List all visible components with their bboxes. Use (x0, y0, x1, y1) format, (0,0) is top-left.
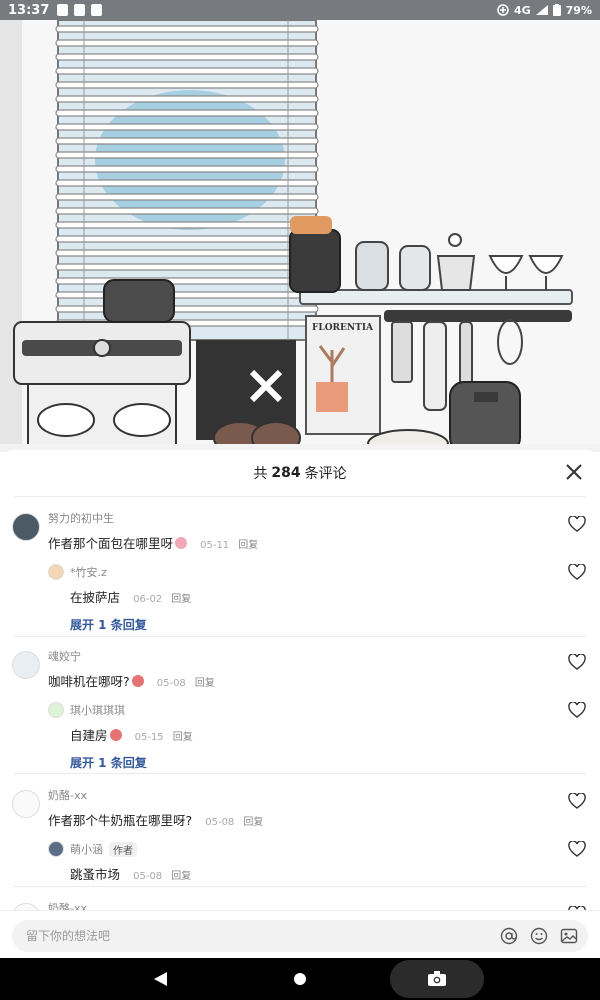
reply-item: 萌小涵 作者 跳蚤市场 05-08 回复 (48, 841, 600, 883)
reply-button[interactable]: 回复 (173, 732, 193, 743)
avatar[interactable] (48, 841, 64, 857)
notification-icon (57, 4, 69, 16)
reply-date: 05-15 (134, 732, 164, 743)
expand-replies-link[interactable]: 展开 1 条回复 (70, 754, 600, 771)
reply-text: 自建房 (70, 728, 108, 743)
comment-input[interactable] (12, 920, 482, 952)
reply-item: 琪小琪琪琪 自建房 05-15 回复 (48, 702, 600, 744)
back-icon[interactable] (154, 972, 168, 986)
comment-item: 奶酪-xx 作者那个牛奶瓶在哪里呀? 05-08 回复 萌小涵 作者 跳蚤市场 … (0, 787, 600, 887)
divider (14, 773, 586, 774)
expand-replies-link[interactable]: 展开 1 条回复 (70, 616, 600, 633)
comments-title-suffix: 条评论 (304, 466, 347, 482)
heart-outline-icon[interactable] (568, 564, 586, 580)
heart-outline-icon[interactable] (568, 516, 586, 532)
avatar[interactable] (12, 651, 40, 679)
comment-text: 咖啡机在哪呀? (48, 674, 130, 689)
network-type: 4G (513, 3, 531, 17)
avatar[interactable] (12, 790, 40, 818)
kitchen-illustration: FLORENTIA (0, 20, 600, 452)
comments-sheet: 共 284 条评论 努力的初中生 作者那个面包在哪里呀 05-11 回复 *竹安… (0, 450, 600, 958)
post-image[interactable]: FLORENTIA (0, 20, 600, 452)
emoji-icon (131, 675, 144, 687)
notification-icon (91, 4, 103, 16)
divider (14, 886, 586, 887)
divider (14, 636, 586, 637)
comment-input-bar (0, 910, 600, 958)
comment-username[interactable]: 魂姣宁 (48, 648, 600, 664)
close-icon[interactable] (564, 462, 584, 482)
at-icon[interactable] (500, 927, 518, 945)
comment-input-container[interactable] (12, 920, 588, 952)
comment-text: 作者那个面包在哪里呀 (48, 536, 174, 551)
heart-outline-icon[interactable] (568, 702, 586, 718)
heart-outline-icon[interactable] (568, 793, 586, 809)
poster-text: FLORENTIA (312, 323, 374, 333)
reply-date: 06-02 (133, 594, 163, 605)
reply-item: *竹安.z 在披萨店 06-02 回复 (48, 564, 600, 606)
reply-button[interactable]: 回复 (195, 678, 215, 689)
comment-item: 魂姣宁 咖啡机在哪呀? 05-08 回复 琪小琪琪琪 自建房 05-15 回复 … (0, 648, 600, 772)
reply-username[interactable]: *竹安.z (70, 564, 600, 580)
avatar[interactable] (48, 702, 64, 718)
comment-date: 05-11 (200, 540, 230, 551)
reply-username[interactable]: 萌小涵 (70, 841, 103, 857)
home-icon[interactable] (293, 972, 307, 986)
comment-username[interactable]: 努力的初中生 (48, 510, 600, 526)
comment-text: 作者那个牛奶瓶在哪里呀? (48, 813, 193, 828)
emoji-icon (109, 729, 122, 741)
reply-date: 05-08 (133, 871, 163, 882)
reply-button[interactable]: 回复 (238, 540, 258, 551)
notification-icon (74, 4, 86, 16)
reply-button[interactable]: 回复 (171, 871, 191, 882)
image-icon[interactable] (560, 927, 578, 945)
comments-header: 共 284 条评论 (0, 450, 600, 496)
reply-username[interactable]: 琪小琪琪琪 (70, 702, 600, 718)
battery-level: 79% (565, 3, 592, 17)
author-badge: 作者 (109, 841, 137, 857)
comment-date: 05-08 (205, 817, 235, 828)
emoji-icon[interactable] (530, 927, 548, 945)
reply-text: 在披萨店 (70, 590, 121, 605)
reply-text: 跳蚤市场 (70, 867, 121, 882)
heart-outline-icon[interactable] (568, 654, 586, 670)
status-bar: 13:37 4G 79% (0, 0, 600, 20)
data-saver-icon (497, 4, 509, 16)
reply-button[interactable]: 回复 (171, 594, 191, 605)
avatar[interactable] (12, 513, 40, 541)
status-time: 13:37 (8, 2, 50, 18)
signal-icon (535, 5, 548, 15)
battery-icon (552, 4, 561, 16)
heart-outline-icon[interactable] (568, 841, 586, 857)
camera-icon (428, 971, 446, 986)
emoji-icon (175, 537, 188, 549)
comments-title-prefix: 共 (253, 466, 268, 482)
avatar[interactable] (48, 564, 64, 580)
system-nav-bar (0, 958, 600, 1000)
comment-username[interactable]: 奶酪-xx (48, 787, 600, 803)
divider (14, 496, 586, 497)
comment-item: 努力的初中生 作者那个面包在哪里呀 05-11 回复 *竹安.z 在披萨店 06… (0, 510, 600, 634)
screenshot-camera-button[interactable] (390, 960, 484, 998)
comments-count: 284 (271, 465, 301, 481)
reply-button[interactable]: 回复 (243, 817, 263, 828)
comment-date: 05-08 (156, 678, 186, 689)
